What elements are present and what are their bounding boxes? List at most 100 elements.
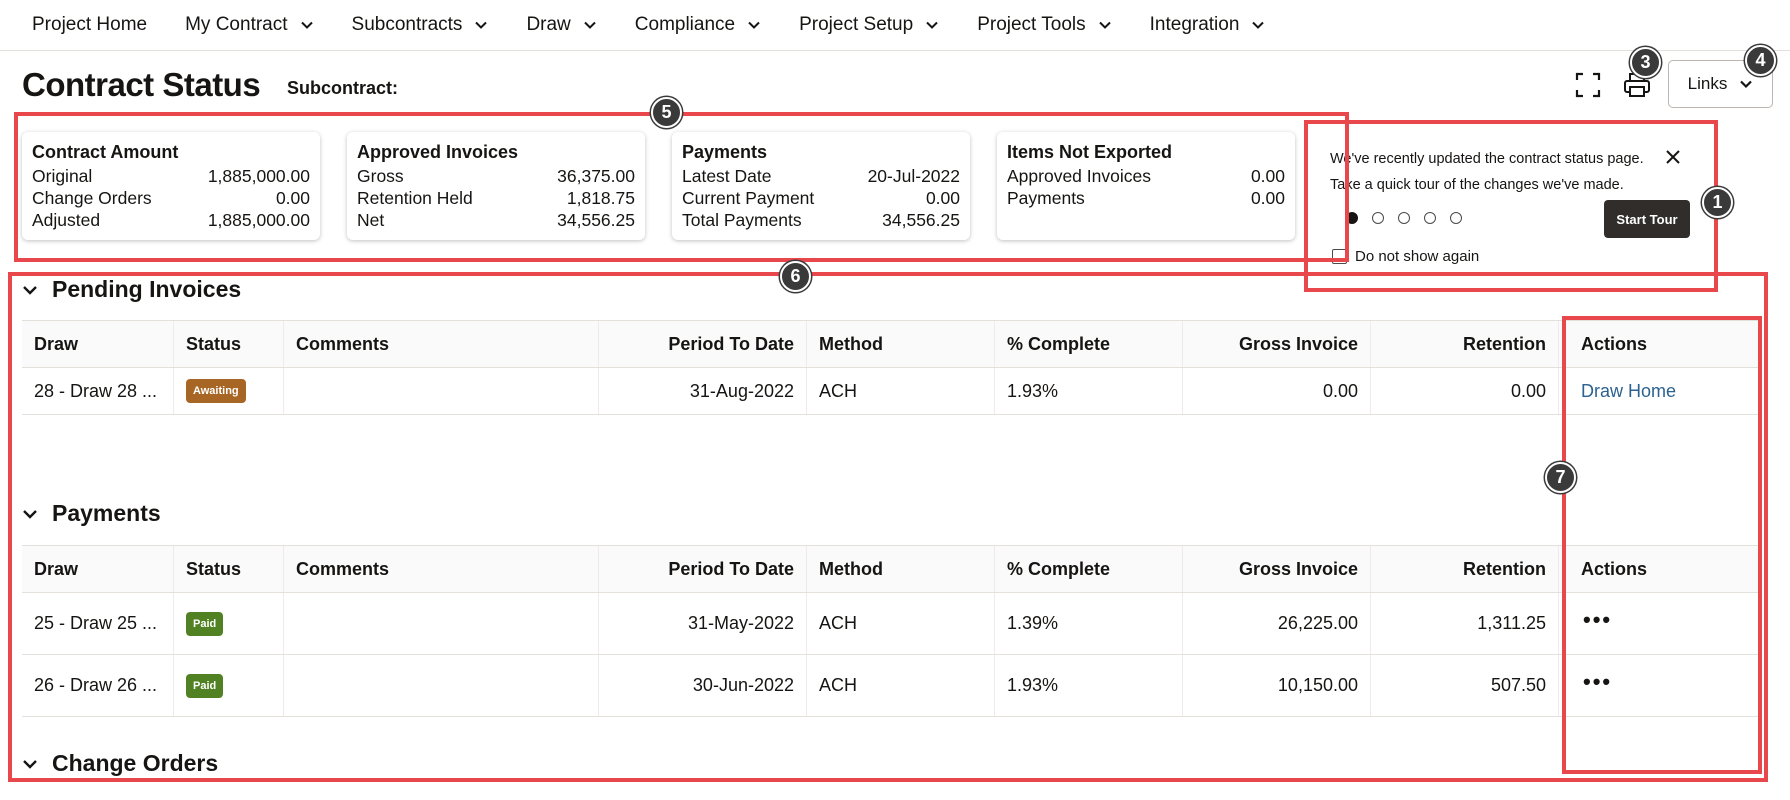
column-header-method[interactable]: Method xyxy=(807,546,995,592)
card-row-label: Change Orders xyxy=(32,188,152,208)
cell-gross: 26,225.00 xyxy=(1183,593,1371,654)
tour-step-dot[interactable] xyxy=(1398,212,1410,224)
column-header-draw[interactable]: Draw xyxy=(22,321,174,367)
cell-status: Paid xyxy=(174,593,284,654)
card-row: Original 1,885,000.00 xyxy=(32,165,310,187)
tour-step-dot[interactable] xyxy=(1346,212,1358,224)
chevron-down-icon xyxy=(23,285,37,295)
payments-card: Payments Latest Date 20-Jul-2022 Current … xyxy=(672,132,970,240)
column-header-retention[interactable]: Retention xyxy=(1371,546,1559,592)
card-title: Approved Invoices xyxy=(357,142,519,162)
callout-marker: 7 xyxy=(1545,462,1576,493)
cell-period: 30-Jun-2022 xyxy=(599,655,807,716)
nav-project-home[interactable]: Project Home xyxy=(32,14,147,36)
cell-complete: 1.93% xyxy=(995,368,1183,414)
card-row-value: 1,885,000.00 xyxy=(207,210,310,230)
status-badge: Paid xyxy=(186,673,224,698)
tour-popup: We've recently updated the contract stat… xyxy=(1312,126,1712,286)
card-row-label: Net xyxy=(357,210,385,230)
tour-line-2: Take a quick tour of the changes we've m… xyxy=(1330,177,1624,193)
nav-compliance[interactable]: Compliance xyxy=(635,14,761,36)
cell-complete: 1.93% xyxy=(995,655,1183,716)
card-title: Payments xyxy=(682,142,768,162)
pending-invoices-header[interactable]: Pending Invoices xyxy=(22,276,241,303)
approved-invoices-card: Approved Invoices Gross 36,375.00 Retenti… xyxy=(347,132,645,240)
card-row-value: 0.00 xyxy=(1250,188,1285,208)
card-row-label: Adjusted xyxy=(32,210,101,230)
start-tour-button[interactable]: Start Tour xyxy=(1604,200,1690,238)
cell-gross: 10,150.00 xyxy=(1183,655,1371,716)
chevron-down-icon xyxy=(1740,80,1753,89)
tour-step-dot[interactable] xyxy=(1424,212,1436,224)
chevron-down-icon xyxy=(748,21,760,29)
cell-gross: 0.00 xyxy=(1183,368,1371,414)
column-header-status[interactable]: Status xyxy=(174,546,284,592)
cell-comments xyxy=(284,368,599,414)
nav-my-contract[interactable]: My Contract xyxy=(185,14,313,36)
tour-message: We've recently updated the contract stat… xyxy=(1330,146,1644,198)
card-row-label: Latest Date xyxy=(682,166,772,186)
chevron-down-icon xyxy=(584,21,596,29)
nav-label: Draw xyxy=(526,14,571,35)
nav-label: Project Home xyxy=(32,14,148,35)
nav-label: Integration xyxy=(1149,14,1240,35)
card-row: Adjusted 1,885,000.00 xyxy=(32,209,310,231)
card-row-label: Retention Held xyxy=(357,188,473,208)
nav-integration[interactable]: Integration xyxy=(1150,14,1266,36)
do-not-show-checkbox[interactable] xyxy=(1332,249,1347,264)
nav-project-tools[interactable]: Project Tools xyxy=(977,14,1111,36)
column-header-draw[interactable]: Draw xyxy=(22,546,174,592)
status-badge: Paid xyxy=(186,611,224,636)
card-row-value: 1,885,000.00 xyxy=(207,166,310,186)
status-badge: Awaiting xyxy=(186,379,246,403)
table-row[interactable]: 25 - Draw 25 ... Paid 31-May-2022 ACH 1.… xyxy=(22,593,1760,655)
callout-marker: 1 xyxy=(1702,187,1733,218)
tour-line-1: We've recently updated the contract stat… xyxy=(1330,151,1644,167)
do-not-show-label: Do not show again xyxy=(1355,248,1480,265)
column-header-retention[interactable]: Retention xyxy=(1371,321,1559,367)
column-header-comments[interactable]: Comments xyxy=(284,546,599,592)
column-header-method[interactable]: Method xyxy=(807,321,995,367)
cell-comments xyxy=(284,593,599,654)
column-header-period[interactable]: Period To Date xyxy=(599,546,807,592)
nav-subcontracts[interactable]: Subcontracts xyxy=(352,14,489,36)
card-row: Total Payments 34,556.25 xyxy=(682,209,960,231)
column-header-comments[interactable]: Comments xyxy=(284,321,599,367)
column-header-complete[interactable]: % Complete xyxy=(995,321,1183,367)
table-row[interactable]: 26 - Draw 26 ... Paid 30-Jun-2022 ACH 1.… xyxy=(22,655,1760,717)
card-row-label: Gross xyxy=(357,166,404,186)
table-header-row: Draw Status Comments Period To Date Meth… xyxy=(22,320,1760,368)
cell-draw: 28 - Draw 28 ... xyxy=(22,368,174,414)
tour-step-dot[interactable] xyxy=(1372,212,1384,224)
cell-retention: 0.00 xyxy=(1371,368,1559,414)
card-row-value: 36,375.00 xyxy=(557,166,635,186)
cell-draw: 26 - Draw 26 ... xyxy=(22,655,174,716)
column-header-status[interactable]: Status xyxy=(174,321,284,367)
nav-label: Project Tools xyxy=(977,14,1086,35)
payments-header[interactable]: Payments xyxy=(22,500,161,527)
column-header-gross[interactable]: Gross Invoice xyxy=(1183,321,1371,367)
nav-label: Compliance xyxy=(634,14,736,35)
chevron-down-icon xyxy=(23,759,37,769)
column-header-complete[interactable]: % Complete xyxy=(995,546,1183,592)
callout-marker: 3 xyxy=(1630,47,1661,78)
change-orders-header[interactable]: Change Orders xyxy=(22,750,218,777)
tour-step-dot[interactable] xyxy=(1450,212,1462,224)
column-header-period[interactable]: Period To Date xyxy=(599,321,807,367)
close-icon[interactable] xyxy=(1664,148,1682,166)
card-title: Contract Amount xyxy=(32,142,179,162)
chevron-down-icon xyxy=(300,21,313,29)
nav-project-setup[interactable]: Project Setup xyxy=(799,14,939,36)
nav-label: My Contract xyxy=(185,14,288,35)
column-header-gross[interactable]: Gross Invoice xyxy=(1183,546,1371,592)
more-actions-icon[interactable]: ••• xyxy=(1583,670,1612,695)
expand-icon[interactable] xyxy=(1575,72,1601,98)
callout-marker: 5 xyxy=(651,97,682,128)
draw-home-link[interactable]: Draw Home xyxy=(1581,381,1676,402)
do-not-show-again: Do not show again xyxy=(1332,248,1479,265)
cell-actions: Draw Home xyxy=(1559,368,1760,414)
table-row[interactable]: 28 - Draw 28 ... Awaiting 31-Aug-2022 AC… xyxy=(22,368,1760,415)
nav-draw[interactable]: Draw xyxy=(526,14,596,36)
nav-label: Subcontracts xyxy=(351,14,463,35)
more-actions-icon[interactable]: ••• xyxy=(1583,608,1612,633)
